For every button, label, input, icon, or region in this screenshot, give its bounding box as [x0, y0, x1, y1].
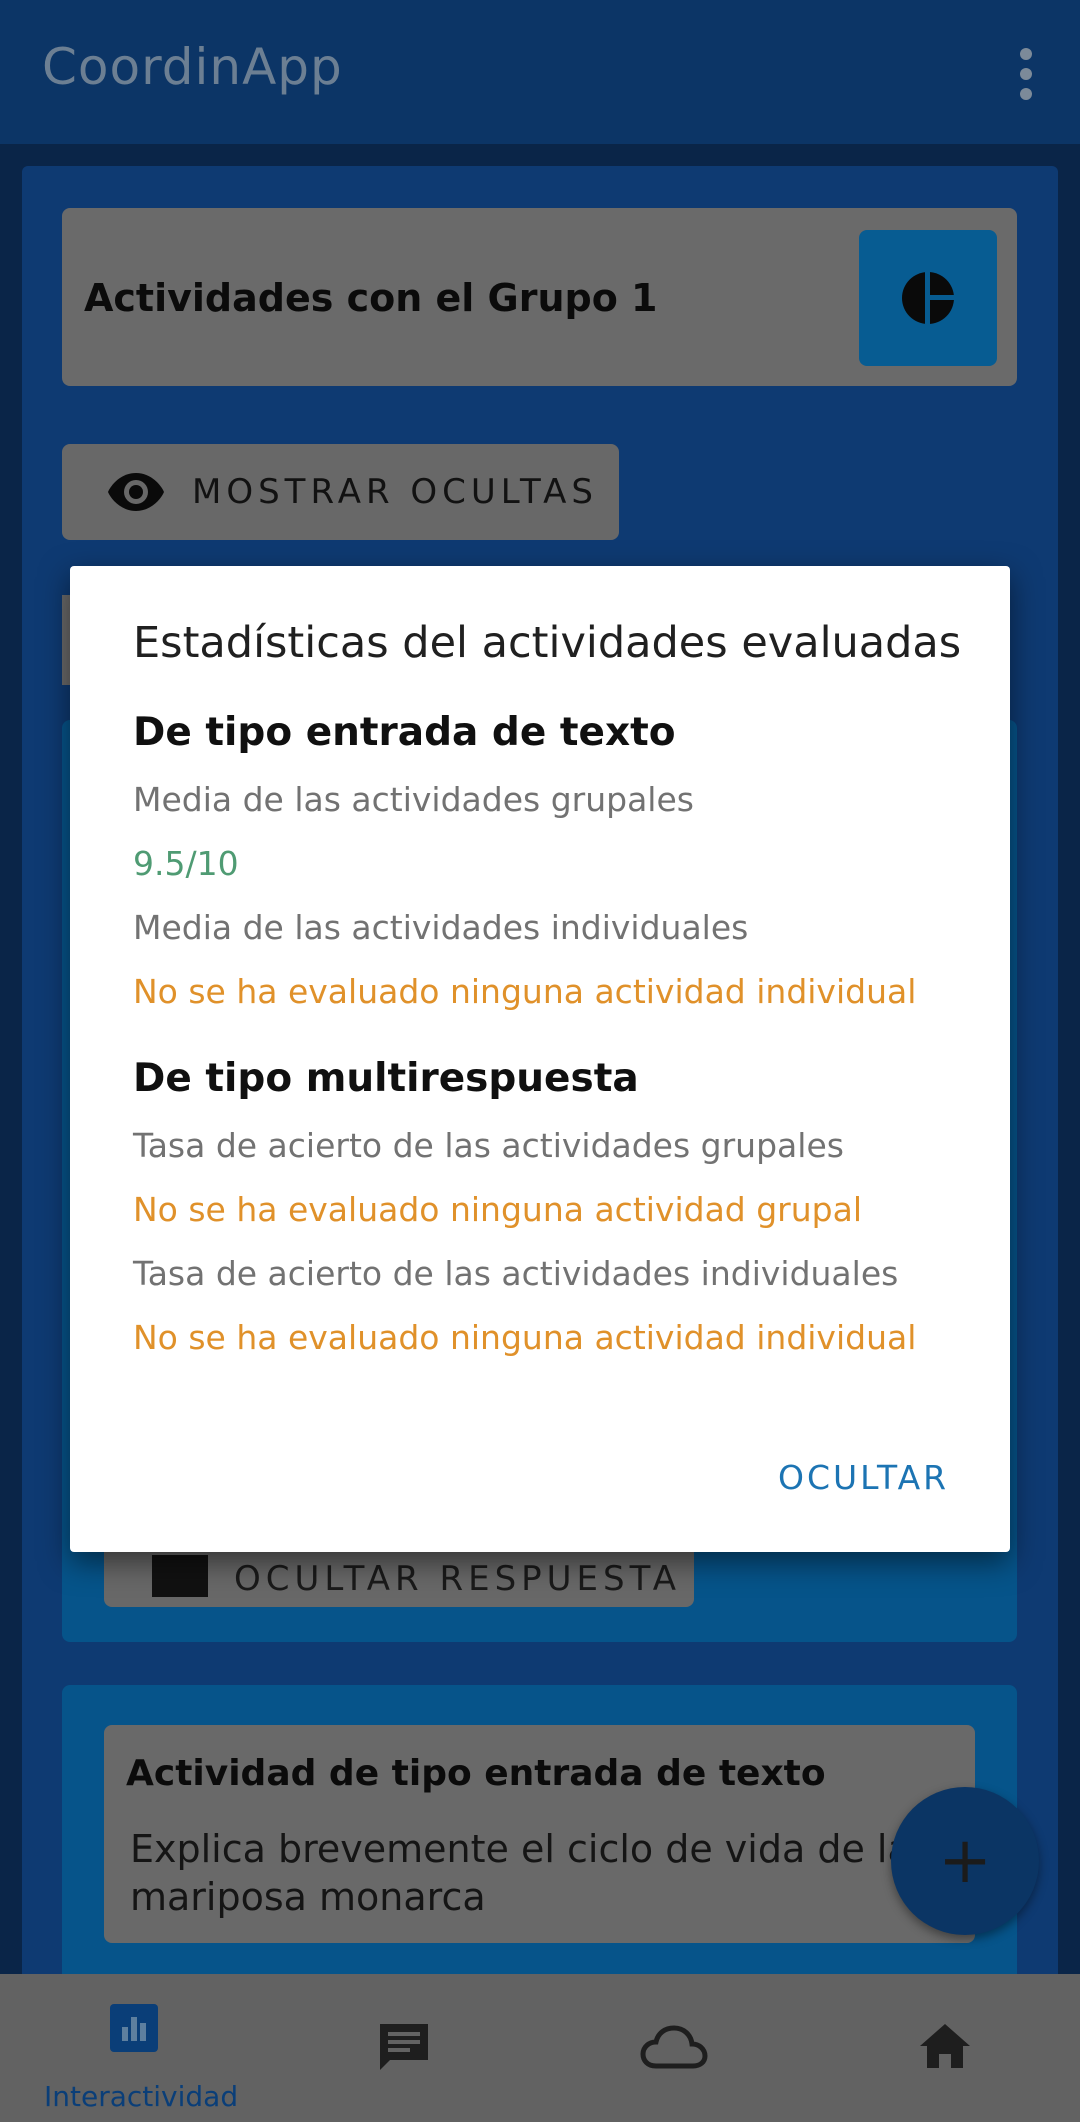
nav-label-interactividad: Interactividad [44, 2080, 239, 2113]
statistics-button[interactable] [859, 230, 997, 366]
section-title-multiple-answer: De tipo multirespuesta [133, 1056, 639, 1101]
stat-value-individual-average: No se ha evaluado ninguna actividad indi… [133, 972, 917, 1011]
activity-type-label: Actividad de tipo entrada de texto [126, 1753, 826, 1794]
plus-icon: + [938, 1824, 992, 1898]
activity-question: Explica brevemente el ciclo de vida de l… [130, 1827, 911, 1919]
stat-label-individual-success-rate: Tasa de acierto de las actividades indiv… [133, 1254, 899, 1293]
nav-item-interactividad[interactable]: Interactividad [20, 1974, 250, 2122]
app-title: CoordinApp [42, 38, 343, 96]
section-title-text-entry: De tipo entrada de texto [133, 710, 676, 755]
nav-item-cloud[interactable] [636, 1974, 712, 2122]
nav-item-home[interactable] [914, 1974, 974, 2122]
app-bar: CoordinApp [0, 0, 1080, 144]
show-hidden-label: MOSTRAR OCULTAS [192, 472, 599, 512]
stat-label-group-average: Media de las actividades grupales [133, 780, 694, 819]
statistics-dialog: Estadísticas del actividades evaluadas D… [70, 566, 1010, 1552]
stat-value-group-success-rate: No se ha evaluado ninguna actividad grup… [133, 1190, 862, 1229]
overflow-menu-icon[interactable] [1004, 46, 1044, 102]
group-card: Actividades con el Grupo 1 [62, 208, 1017, 386]
cloud-icon [640, 2025, 708, 2069]
hide-answer-label: OCULTAR RESPUESTA [234, 1559, 681, 1599]
hide-answer-icon [152, 1555, 208, 1597]
home-icon [920, 2024, 970, 2068]
pie-chart-icon [902, 271, 955, 325]
stat-value-group-average: 9.5/10 [133, 844, 239, 883]
add-activity-button[interactable]: + [891, 1787, 1039, 1935]
hide-dialog-button[interactable]: OCULTAR [778, 1458, 949, 1497]
stat-label-individual-average: Media de las actividades individuales [133, 908, 749, 947]
chat-icon [380, 2024, 428, 2070]
show-hidden-button[interactable]: MOSTRAR OCULTAS [62, 444, 619, 540]
stat-label-group-success-rate: Tasa de acierto de las actividades grupa… [133, 1126, 844, 1165]
stat-value-individual-success-rate: No se ha evaluado ninguna actividad indi… [133, 1318, 917, 1357]
bar-chart-icon [110, 2004, 158, 2052]
dialog-title: Estadísticas del actividades evaluadas [133, 618, 962, 668]
nav-item-messages[interactable] [370, 1974, 440, 2122]
bottom-navigation: Interactividad [0, 1974, 1080, 2122]
activity-content[interactable]: Actividad de tipo entrada de texto Expli… [104, 1725, 975, 1943]
group-title: Actividades con el Grupo 1 [84, 276, 658, 320]
eye-icon [108, 473, 164, 511]
